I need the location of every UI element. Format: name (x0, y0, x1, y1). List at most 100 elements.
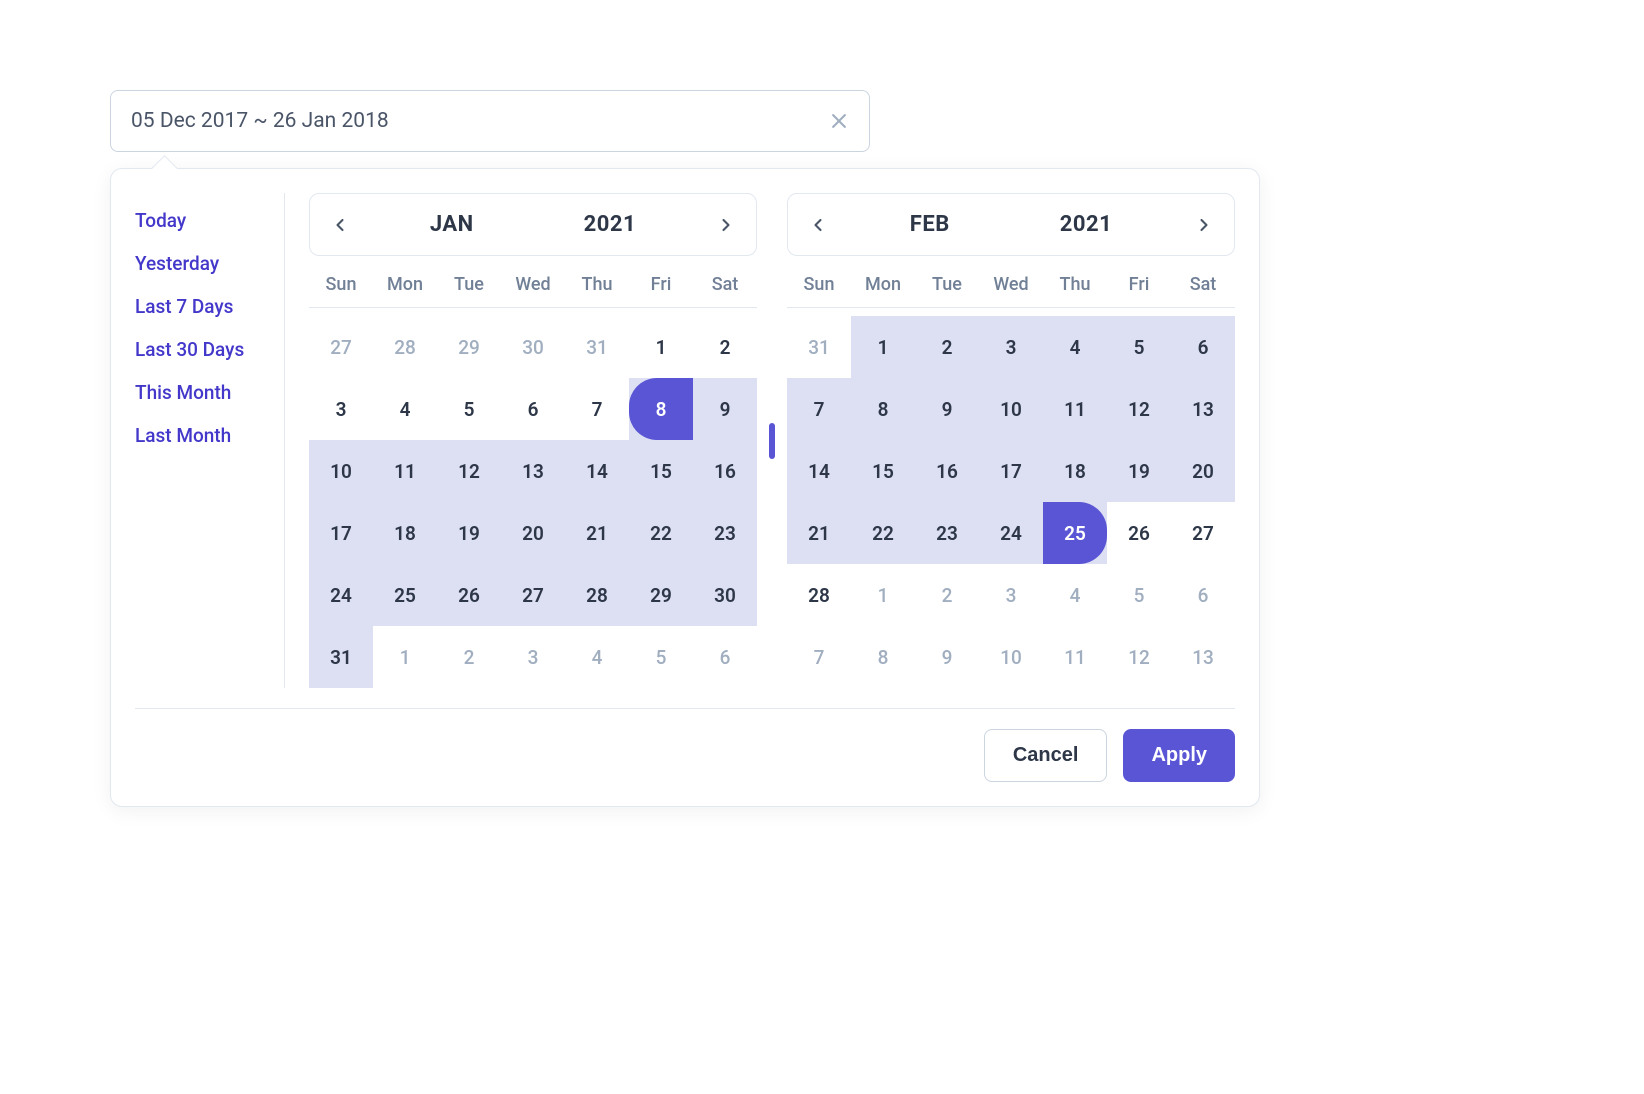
calendar-left-year[interactable]: 2021 (584, 212, 637, 237)
day-cell[interactable]: 30 (501, 316, 565, 378)
day-cell[interactable]: 2 (915, 564, 979, 626)
clear-icon[interactable] (829, 111, 849, 131)
day-cell[interactable]: 1 (373, 626, 437, 688)
day-cell[interactable]: 31 (309, 626, 373, 688)
day-cell[interactable]: 29 (437, 316, 501, 378)
day-cell[interactable]: 5 (437, 378, 501, 440)
preset-last-30-days[interactable]: Last 30 Days (135, 328, 272, 371)
day-cell[interactable]: 12 (1107, 378, 1171, 440)
calendar-right-month[interactable]: FEB (910, 212, 950, 237)
day-cell[interactable]: 20 (1171, 440, 1235, 502)
cancel-button[interactable]: Cancel (984, 729, 1108, 782)
day-cell[interactable]: 3 (979, 316, 1043, 378)
day-cell[interactable]: 13 (1171, 378, 1235, 440)
next-month-icon[interactable] (1192, 213, 1216, 237)
day-cell[interactable]: 26 (437, 564, 501, 626)
day-cell[interactable]: 5 (629, 626, 693, 688)
day-cell[interactable]: 4 (1043, 316, 1107, 378)
day-cell[interactable]: 9 (693, 378, 757, 440)
day-cell[interactable]: 29 (629, 564, 693, 626)
preset-last-month[interactable]: Last Month (135, 414, 272, 457)
day-cell[interactable]: 25 (373, 564, 437, 626)
day-cell[interactable]: 27 (309, 316, 373, 378)
day-cell[interactable]: 14 (787, 440, 851, 502)
day-cell[interactable]: 9 (915, 626, 979, 688)
day-cell[interactable]: 7 (787, 626, 851, 688)
calendar-right-year[interactable]: 2021 (1060, 212, 1113, 237)
day-cell[interactable]: 22 (629, 502, 693, 564)
day-cell[interactable]: 8 (851, 626, 915, 688)
day-cell[interactable]: 7 (565, 378, 629, 440)
preset-this-month[interactable]: This Month (135, 371, 272, 414)
day-cell[interactable]: 13 (501, 440, 565, 502)
day-cell[interactable]: 16 (693, 440, 757, 502)
day-cell[interactable]: 18 (1043, 440, 1107, 502)
day-cell[interactable]: 31 (787, 316, 851, 378)
day-cell[interactable]: 27 (1171, 502, 1235, 564)
day-cell[interactable]: 23 (915, 502, 979, 564)
day-cell[interactable]: 4 (373, 378, 437, 440)
day-cell[interactable]: 10 (309, 440, 373, 502)
date-range-input[interactable]: 05 Dec 2017 ~ 26 Jan 2018 (110, 90, 870, 152)
day-cell[interactable]: 2 (437, 626, 501, 688)
day-cell[interactable]: 27 (501, 564, 565, 626)
day-cell[interactable]: 13 (1171, 626, 1235, 688)
calendar-divider-handle[interactable] (769, 423, 775, 459)
day-cell[interactable]: 1 (629, 316, 693, 378)
day-cell[interactable]: 26 (1107, 502, 1171, 564)
preset-yesterday[interactable]: Yesterday (135, 242, 272, 285)
preset-last-7-days[interactable]: Last 7 Days (135, 285, 272, 328)
day-cell[interactable]: 28 (787, 564, 851, 626)
day-cell[interactable]: 8 (851, 378, 915, 440)
prev-month-icon[interactable] (806, 213, 830, 237)
day-cell[interactable]: 4 (1043, 564, 1107, 626)
day-cell[interactable]: 12 (437, 440, 501, 502)
prev-month-icon[interactable] (328, 213, 352, 237)
day-cell[interactable]: 6 (1171, 564, 1235, 626)
day-cell[interactable]: 5 (1107, 564, 1171, 626)
day-cell[interactable]: 17 (979, 440, 1043, 502)
day-cell[interactable]: 20 (501, 502, 565, 564)
day-cell[interactable]: 4 (565, 626, 629, 688)
day-cell[interactable]: 6 (693, 626, 757, 688)
day-cell[interactable]: 1 (851, 564, 915, 626)
day-cell[interactable]: 2 (693, 316, 757, 378)
day-cell[interactable]: 3 (979, 564, 1043, 626)
day-cell[interactable]: 28 (565, 564, 629, 626)
day-cell[interactable]: 14 (565, 440, 629, 502)
day-cell[interactable]: 24 (979, 502, 1043, 564)
day-cell[interactable]: 16 (915, 440, 979, 502)
day-cell[interactable]: 19 (1107, 440, 1171, 502)
day-cell[interactable]: 19 (437, 502, 501, 564)
day-cell[interactable]: 6 (501, 378, 565, 440)
day-cell[interactable]: 3 (501, 626, 565, 688)
day-cell[interactable]: 7 (787, 378, 851, 440)
calendar-left-month[interactable]: JAN (430, 212, 474, 237)
day-cell[interactable]: 1 (851, 316, 915, 378)
day-cell[interactable]: 10 (979, 378, 1043, 440)
day-cell[interactable]: 25 (1043, 502, 1107, 564)
day-cell[interactable]: 3 (309, 378, 373, 440)
day-cell[interactable]: 12 (1107, 626, 1171, 688)
day-cell[interactable]: 18 (373, 502, 437, 564)
day-cell[interactable]: 11 (1043, 378, 1107, 440)
day-cell[interactable]: 2 (915, 316, 979, 378)
day-cell[interactable]: 22 (851, 502, 915, 564)
day-cell[interactable]: 8 (629, 378, 693, 440)
day-cell[interactable]: 6 (1171, 316, 1235, 378)
day-cell[interactable]: 5 (1107, 316, 1171, 378)
day-cell[interactable]: 15 (851, 440, 915, 502)
day-cell[interactable]: 11 (373, 440, 437, 502)
day-cell[interactable]: 15 (629, 440, 693, 502)
preset-today[interactable]: Today (135, 199, 272, 242)
day-cell[interactable]: 23 (693, 502, 757, 564)
day-cell[interactable]: 21 (787, 502, 851, 564)
day-cell[interactable]: 30 (693, 564, 757, 626)
day-cell[interactable]: 11 (1043, 626, 1107, 688)
day-cell[interactable]: 9 (915, 378, 979, 440)
day-cell[interactable]: 31 (565, 316, 629, 378)
day-cell[interactable]: 10 (979, 626, 1043, 688)
day-cell[interactable]: 28 (373, 316, 437, 378)
apply-button[interactable]: Apply (1123, 729, 1235, 782)
next-month-icon[interactable] (714, 213, 738, 237)
